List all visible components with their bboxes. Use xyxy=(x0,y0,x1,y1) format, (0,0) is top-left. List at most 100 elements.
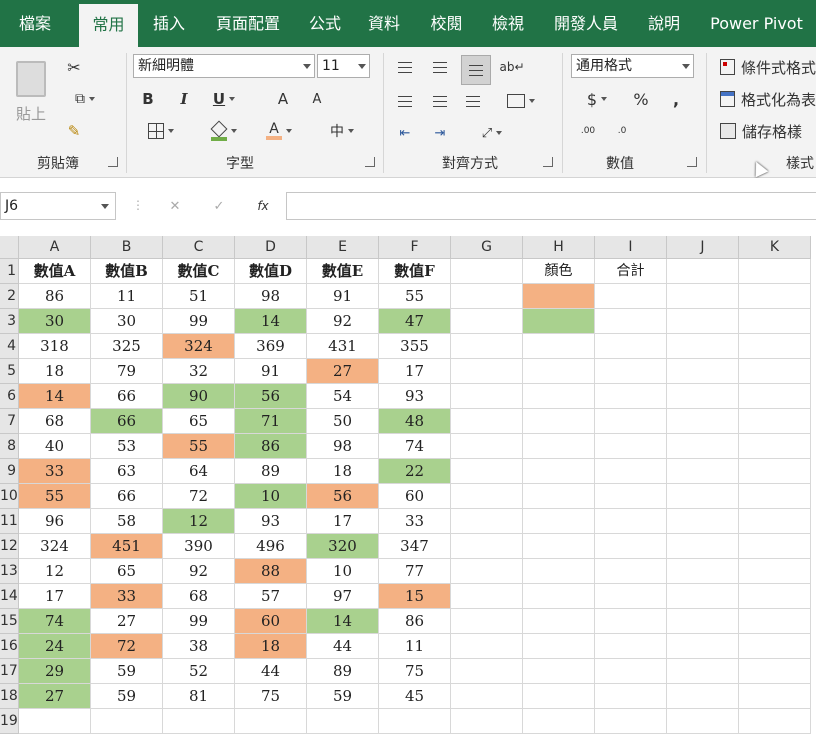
row-header-14[interactable]: 14 xyxy=(0,584,19,609)
cell-A1[interactable]: 數值A xyxy=(19,259,91,284)
cell-I13[interactable] xyxy=(595,559,667,584)
tab-0[interactable]: 檔案 xyxy=(0,0,70,47)
cell-H15[interactable] xyxy=(523,609,595,634)
cell-J3[interactable] xyxy=(667,309,739,334)
cell-H12[interactable] xyxy=(523,534,595,559)
column-header-B[interactable]: B xyxy=(91,236,163,259)
cell-E1[interactable]: 數值E xyxy=(307,259,379,284)
cell-A9[interactable]: 33 xyxy=(19,459,91,484)
cell-G9[interactable] xyxy=(451,459,523,484)
decrease-indent-button[interactable]: ⇤ xyxy=(393,121,417,145)
formula-input[interactable] xyxy=(286,192,816,220)
cell-D8[interactable]: 86 xyxy=(235,434,307,459)
row-header-13[interactable]: 13 xyxy=(0,559,19,584)
row-header-10[interactable]: 10 xyxy=(0,484,19,509)
cell-A2[interactable]: 86 xyxy=(19,284,91,309)
cell-F10[interactable]: 60 xyxy=(379,484,451,509)
cell-K6[interactable] xyxy=(739,384,811,409)
cell-I3[interactable] xyxy=(595,309,667,334)
cell-A15[interactable]: 74 xyxy=(19,609,91,634)
row-header-1[interactable]: 1 xyxy=(0,259,19,284)
insert-function-button[interactable]: fx xyxy=(248,194,278,218)
cell-F8[interactable]: 74 xyxy=(379,434,451,459)
alignment-dialog-launcher[interactable] xyxy=(543,157,553,167)
cell-D3[interactable]: 14 xyxy=(235,309,307,334)
column-header-K[interactable]: K xyxy=(739,236,811,259)
cell-D1[interactable]: 數值D xyxy=(235,259,307,284)
cell-D2[interactable]: 98 xyxy=(235,284,307,309)
cancel-button[interactable]: ✕ xyxy=(160,194,190,218)
cell-H18[interactable] xyxy=(523,684,595,709)
row-header-18[interactable]: 18 xyxy=(0,684,19,709)
percent-button[interactable]: % xyxy=(628,87,654,111)
cell-C3[interactable]: 99 xyxy=(163,309,235,334)
cell-I9[interactable] xyxy=(595,459,667,484)
cell-K15[interactable] xyxy=(739,609,811,634)
column-header-F[interactable]: F xyxy=(379,236,451,259)
cell-E3[interactable]: 92 xyxy=(307,309,379,334)
underline-button[interactable]: U xyxy=(207,87,241,111)
cell-G2[interactable] xyxy=(451,284,523,309)
tab-3[interactable]: 頁面配置 xyxy=(202,0,294,47)
align-left-button[interactable] xyxy=(393,89,417,113)
cell-A6[interactable]: 14 xyxy=(19,384,91,409)
tab-1[interactable]: 常用 xyxy=(79,4,138,47)
cell-H10[interactable] xyxy=(523,484,595,509)
cell-J9[interactable] xyxy=(667,459,739,484)
cell-J17[interactable] xyxy=(667,659,739,684)
row-header-11[interactable]: 11 xyxy=(0,509,19,534)
cell-E10[interactable]: 56 xyxy=(307,484,379,509)
cell-I1[interactable]: 合計 xyxy=(595,259,667,284)
cell-I15[interactable] xyxy=(595,609,667,634)
cell-J6[interactable] xyxy=(667,384,739,409)
cell-F14[interactable]: 15 xyxy=(379,584,451,609)
cell-G18[interactable] xyxy=(451,684,523,709)
cell-C16[interactable]: 38 xyxy=(163,634,235,659)
tab-7[interactable]: 檢視 xyxy=(480,0,536,47)
cell-C1[interactable]: 數值C xyxy=(163,259,235,284)
tab-9[interactable]: 說明 xyxy=(636,0,692,47)
cell-K1[interactable] xyxy=(739,259,811,284)
cell-D12[interactable]: 496 xyxy=(235,534,307,559)
cell-E15[interactable]: 14 xyxy=(307,609,379,634)
cell-A4[interactable]: 318 xyxy=(19,334,91,359)
cell-D10[interactable]: 10 xyxy=(235,484,307,509)
align-middle-button[interactable] xyxy=(428,55,452,79)
cell-J16[interactable] xyxy=(667,634,739,659)
row-header-4[interactable]: 4 xyxy=(0,334,19,359)
cell-J14[interactable] xyxy=(667,584,739,609)
legend-orange-swatch[interactable] xyxy=(523,284,595,309)
grow-font-button[interactable]: A xyxy=(272,87,294,111)
cell-A5[interactable]: 18 xyxy=(19,359,91,384)
name-box[interactable]: J6 xyxy=(0,192,116,220)
cell-J4[interactable] xyxy=(667,334,739,359)
tab-5[interactable]: 資料 xyxy=(355,0,413,47)
cell-J13[interactable] xyxy=(667,559,739,584)
cell-C11[interactable]: 12 xyxy=(163,509,235,534)
cell-K3[interactable] xyxy=(739,309,811,334)
cell-F11[interactable]: 33 xyxy=(379,509,451,534)
cell-A3[interactable]: 30 xyxy=(19,309,91,334)
cell-D6[interactable]: 56 xyxy=(235,384,307,409)
merge-center-button[interactable] xyxy=(497,89,545,113)
cell-D5[interactable]: 91 xyxy=(235,359,307,384)
cell-H8[interactable] xyxy=(523,434,595,459)
cell-A14[interactable]: 17 xyxy=(19,584,91,609)
cell-B5[interactable]: 79 xyxy=(91,359,163,384)
cell-F18[interactable]: 45 xyxy=(379,684,451,709)
cell-E18[interactable]: 59 xyxy=(307,684,379,709)
column-header-H[interactable]: H xyxy=(523,236,595,259)
row-header-15[interactable]: 15 xyxy=(0,609,19,634)
cell-E5[interactable]: 27 xyxy=(307,359,379,384)
cell-B2[interactable]: 11 xyxy=(91,284,163,309)
clipboard-dialog-launcher[interactable] xyxy=(108,157,118,167)
cell-B7[interactable]: 66 xyxy=(91,409,163,434)
cell-F15[interactable]: 86 xyxy=(379,609,451,634)
cell-C19[interactable] xyxy=(163,709,235,734)
cell-E14[interactable]: 97 xyxy=(307,584,379,609)
cell-B10[interactable]: 66 xyxy=(91,484,163,509)
cell-E4[interactable]: 431 xyxy=(307,334,379,359)
cell-G19[interactable] xyxy=(451,709,523,734)
cell-K5[interactable] xyxy=(739,359,811,384)
cell-I2[interactable] xyxy=(595,284,667,309)
